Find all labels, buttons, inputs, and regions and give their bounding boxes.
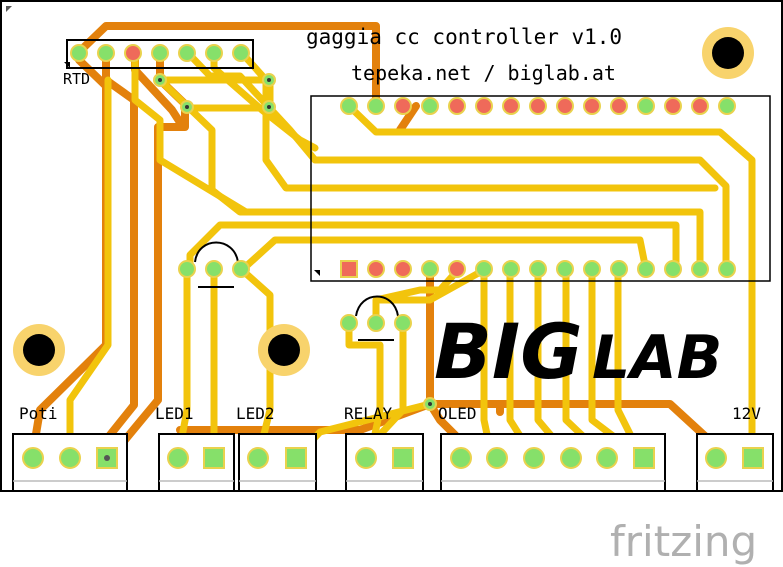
module-bottom-pins xyxy=(340,260,736,278)
label-led1: LED1 xyxy=(155,404,194,423)
label-poti: Poti xyxy=(19,404,58,423)
label-relay: RELAY xyxy=(344,404,393,423)
pcb-layout: gaggia cc controller v1.0 tepeka.net / b… xyxy=(0,0,783,566)
label-12v: 12V xyxy=(732,404,761,423)
rtd-label: RTD xyxy=(63,70,90,88)
connector-led1 xyxy=(158,433,235,492)
logo-small-text: LAB xyxy=(592,323,722,393)
logo-big-text: BIG xyxy=(434,307,583,396)
connector-poti xyxy=(12,433,128,492)
module-top-pins xyxy=(340,97,736,115)
fritzing-brand: fritzing xyxy=(610,517,757,566)
connector-led2 xyxy=(238,433,317,492)
connector-12v xyxy=(696,433,774,492)
board-credits: tepeka.net / biglab.at xyxy=(351,61,616,85)
connector-oled xyxy=(440,433,666,492)
label-led2: LED2 xyxy=(236,404,275,423)
connector-relay xyxy=(345,433,424,492)
board-title: gaggia cc controller v1.0 xyxy=(306,25,622,49)
label-oled: OLED xyxy=(438,404,477,423)
